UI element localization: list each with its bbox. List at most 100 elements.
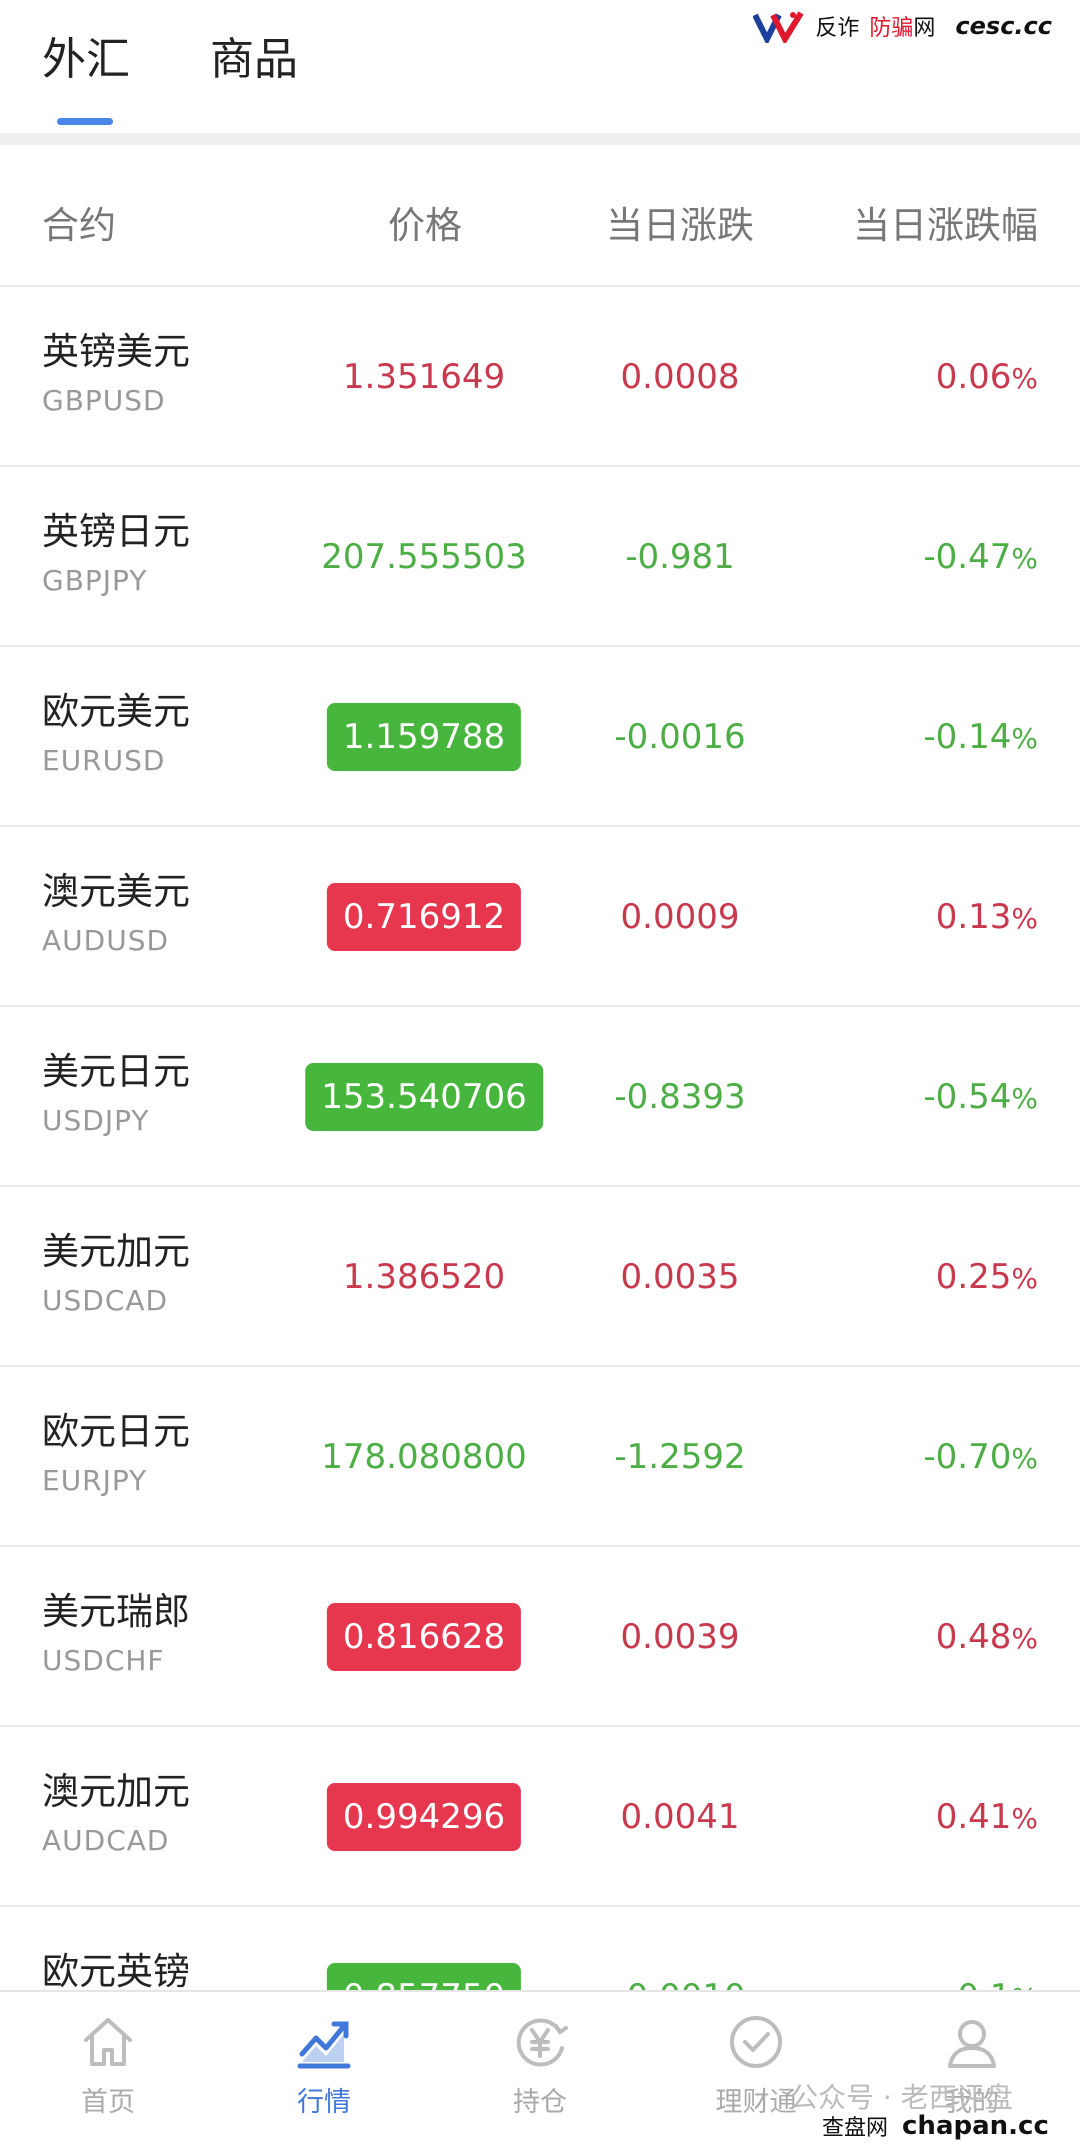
change-value: 0.0009	[620, 897, 740, 937]
change-value: 0.0035	[620, 1257, 740, 1297]
pct-number: 0.48	[935, 1617, 1012, 1657]
header-contract: 合约	[42, 204, 116, 247]
change-value: 0.0039	[620, 1617, 740, 1657]
quote-row[interactable]: 美元加元 USDCAD 1.386520 0.0035 0.25%	[0, 1187, 1080, 1367]
watermark-text-a: 反诈	[815, 16, 860, 41]
pct-number: -0.70	[923, 1437, 1012, 1477]
nav-market[interactable]: 行情	[216, 1992, 432, 2151]
tab-forex[interactable]: 外汇	[42, 30, 130, 90]
nav-positions-label: 持仓	[513, 2087, 567, 2118]
nav-positions[interactable]: 持仓	[432, 1992, 648, 2151]
change-value: 0.0041	[620, 1797, 740, 1837]
nav-market-label: 行情	[297, 2087, 351, 2118]
change-pct: -0.47%	[923, 523, 1038, 593]
change-pct: 0.41%	[936, 1783, 1038, 1853]
pair-code: USDJPY	[42, 1104, 150, 1137]
pct-number: -0.47	[923, 537, 1012, 577]
change-pct: -0.54%	[923, 1063, 1038, 1133]
pair-code: EURUSD	[42, 744, 166, 777]
header-change-pct: 当日涨跌幅	[853, 204, 1038, 247]
change-pct: 0.48%	[936, 1603, 1038, 1673]
pair-name: 欧元美元	[42, 690, 190, 733]
pair-name: 澳元加元	[42, 1770, 190, 1813]
watermark-top: 反诈 防骗网 cesc.cc	[753, 6, 1052, 46]
quote-row[interactable]: 澳元美元 AUDUSD 0.716912 0.0009 0.13%	[0, 827, 1080, 1007]
pct-sign: %	[1011, 902, 1038, 935]
pct-number: 0.41	[935, 1797, 1012, 1837]
quote-row[interactable]: 美元瑞郎 USDCHF 0.816628 0.0039 0.48%	[0, 1547, 1080, 1727]
pair-code: USDCAD	[42, 1284, 169, 1317]
nav-home[interactable]: 首页	[0, 1992, 216, 2151]
quote-row[interactable]: 英镑日元 GBPJPY 207.555503 -0.981 -0.47%	[0, 467, 1080, 647]
header-price: 价格	[388, 204, 462, 247]
pct-number: 0.06	[935, 357, 1012, 397]
watermark-site: cesc.cc	[955, 12, 1052, 40]
nav-home-label: 首页	[81, 2087, 135, 2118]
check-circle-icon	[730, 2016, 782, 2068]
pair-name: 欧元日元	[42, 1410, 190, 1453]
active-tab-indicator	[57, 118, 113, 125]
price-value: 0.816628	[326, 1603, 522, 1671]
change-pct: 0.13%	[936, 883, 1038, 953]
pct-sign: %	[1011, 1622, 1038, 1655]
quote-row[interactable]: 欧元美元 EURUSD 1.159788 -0.0016 -0.14%	[0, 647, 1080, 827]
yen-position-icon	[516, 2018, 568, 2067]
change-pct: 0.06%	[936, 343, 1038, 413]
quote-list: 英镑美元 GBPUSD 1.351649 0.0008 0.06% 英镑日元 G…	[0, 287, 1080, 2087]
pair-code: AUDUSD	[42, 924, 170, 957]
top-tab-bar: 外汇 商品 反诈 防骗网 cesc.cc	[0, 0, 1080, 133]
pct-sign: %	[1011, 362, 1038, 395]
pct-sign: %	[1011, 542, 1038, 575]
pair-code: EURJPY	[42, 1464, 148, 1497]
change-value: -0.0016	[614, 717, 746, 757]
pair-name: 美元加元	[42, 1230, 190, 1273]
pct-number: -0.54	[923, 1077, 1012, 1117]
quote-row[interactable]: 欧元日元 EURJPY 178.080800 -1.2592 -0.70%	[0, 1367, 1080, 1547]
watermark-bottom-site: 查盘网 chapan.cc	[822, 2110, 1049, 2142]
watermark-site-cn: 查盘网	[822, 2116, 889, 2141]
pair-name: 美元瑞郎	[42, 1590, 190, 1633]
price-value: 207.555503	[321, 537, 527, 577]
pair-name: 美元日元	[42, 1050, 190, 1093]
price-value: 178.080800	[321, 1437, 527, 1477]
pair-code: USDCHF	[42, 1644, 165, 1677]
pair-code: GBPJPY	[42, 564, 148, 597]
change-value: -0.981	[625, 537, 735, 577]
table-header: 合约 价格 当日涨跌 当日涨跌幅	[0, 145, 1080, 287]
pct-number: 0.13	[935, 897, 1012, 937]
section-divider	[0, 133, 1080, 145]
price-value: 153.540706	[305, 1063, 543, 1131]
pct-number: -0.14	[923, 717, 1012, 757]
change-value: -1.2592	[614, 1437, 746, 1477]
watermark-site-url: chapan.cc	[902, 2111, 1049, 2141]
pair-name: 澳元美元	[42, 870, 190, 913]
pair-code: AUDCAD	[42, 1824, 170, 1857]
change-pct: 0.25%	[936, 1243, 1038, 1313]
pct-sign: %	[1011, 1442, 1038, 1475]
pair-name: 英镑美元	[42, 330, 190, 373]
pair-name: 欧元英镑	[42, 1950, 190, 1993]
pct-number: 0.25	[935, 1257, 1012, 1297]
price-value: 0.994296	[326, 1783, 522, 1851]
pair-code: GBPUSD	[42, 384, 166, 417]
tab-commodities[interactable]: 商品	[210, 30, 298, 90]
change-value: 0.0008	[620, 357, 740, 397]
price-value: 1.159788	[326, 703, 522, 771]
change-pct: -0.70%	[923, 1423, 1038, 1493]
change-value: -0.8393	[614, 1077, 746, 1117]
market-chart-icon	[297, 2021, 351, 2069]
pct-sign: %	[1011, 1802, 1038, 1835]
anti-fraud-logo-icon	[753, 11, 804, 43]
price-value: 1.351649	[342, 357, 506, 397]
quote-row[interactable]: 美元日元 USDJPY 153.540706 -0.8393 -0.54%	[0, 1007, 1080, 1187]
pct-sign: %	[1011, 1082, 1038, 1115]
quote-row[interactable]: 澳元加元 AUDCAD 0.994296 0.0041 0.41%	[0, 1727, 1080, 1907]
watermark-text-b: 防骗	[869, 16, 914, 41]
pct-sign: %	[1011, 1262, 1038, 1295]
quote-row[interactable]: 英镑美元 GBPUSD 1.351649 0.0008 0.06%	[0, 287, 1080, 467]
price-value: 1.386520	[342, 1257, 506, 1297]
price-value: 0.716912	[326, 883, 522, 951]
change-pct: -0.14%	[923, 703, 1038, 773]
pct-sign: %	[1011, 722, 1038, 755]
header-change: 当日涨跌	[606, 204, 754, 247]
